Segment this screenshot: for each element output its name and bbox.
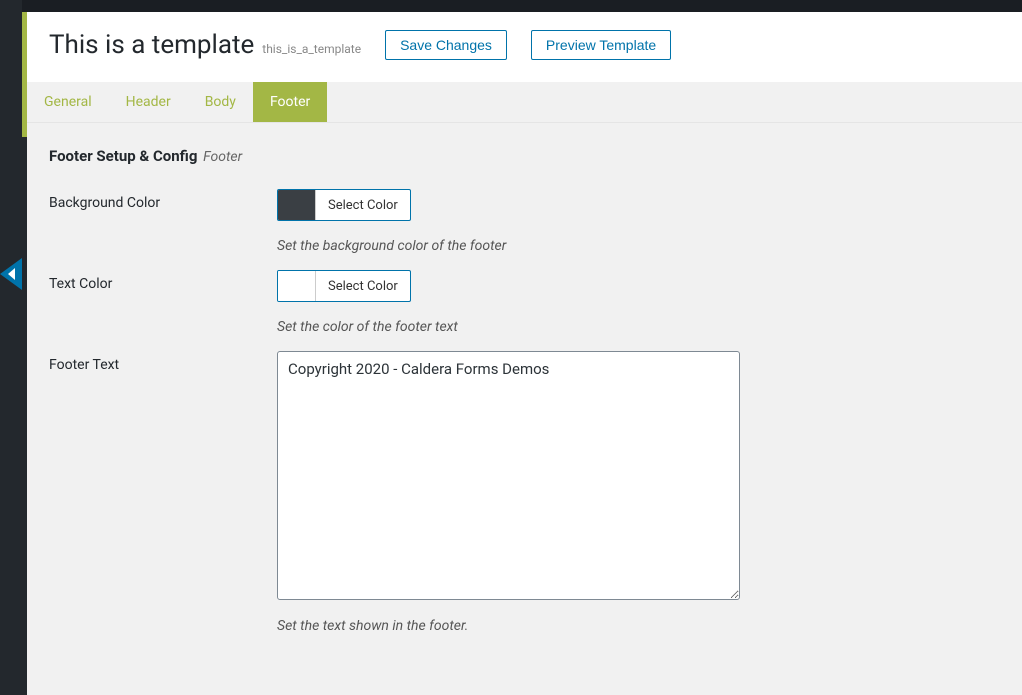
text-color-row: Text Color Select Color <box>49 270 1000 305</box>
tab-header[interactable]: Header <box>109 82 188 122</box>
preview-template-button[interactable]: Preview Template <box>531 30 671 60</box>
section-subtitle: Footer <box>203 149 242 165</box>
title-group: This is a template this_is_a_template <box>49 30 361 60</box>
tabs-bar: General Header Body Footer <box>27 82 1022 123</box>
text-color-button-label: Select Color <box>316 271 410 301</box>
background-color-help: Set the background color of the footer <box>277 238 1000 254</box>
text-color-picker[interactable]: Select Color <box>277 270 411 302</box>
background-color-picker[interactable]: Select Color <box>277 189 411 221</box>
background-color-button-label: Select Color <box>316 190 410 220</box>
footer-text-row: Footer Text <box>49 351 1000 604</box>
page-slug: this_is_a_template <box>262 42 361 56</box>
background-color-label: Background Color <box>49 189 277 224</box>
text-color-swatch <box>278 271 316 301</box>
form-section: Footer Setup & Config Footer Background … <box>27 123 1022 674</box>
tab-general[interactable]: General <box>27 82 109 122</box>
section-heading: Footer Setup & Config Footer <box>49 147 1000 165</box>
text-color-help: Set the color of the footer text <box>277 319 1000 335</box>
tab-body[interactable]: Body <box>188 82 253 122</box>
text-color-label: Text Color <box>49 270 277 305</box>
background-color-row: Background Color Select Color <box>49 189 1000 224</box>
content-area: This is a template this_is_a_template Sa… <box>27 12 1022 695</box>
section-title: Footer Setup & Config <box>49 147 197 165</box>
admin-sidebar <box>0 0 22 695</box>
footer-text-help: Set the text shown in the footer. <box>277 618 1000 634</box>
save-changes-button[interactable]: Save Changes <box>385 30 507 60</box>
admin-top-bar <box>0 0 1022 12</box>
tab-footer[interactable]: Footer <box>253 82 327 122</box>
footer-text-label: Footer Text <box>49 351 277 604</box>
background-color-swatch <box>278 190 316 220</box>
page-header: This is a template this_is_a_template Sa… <box>27 12 1022 82</box>
footer-text-input[interactable] <box>277 351 740 600</box>
page-title: This is a template <box>49 30 254 60</box>
